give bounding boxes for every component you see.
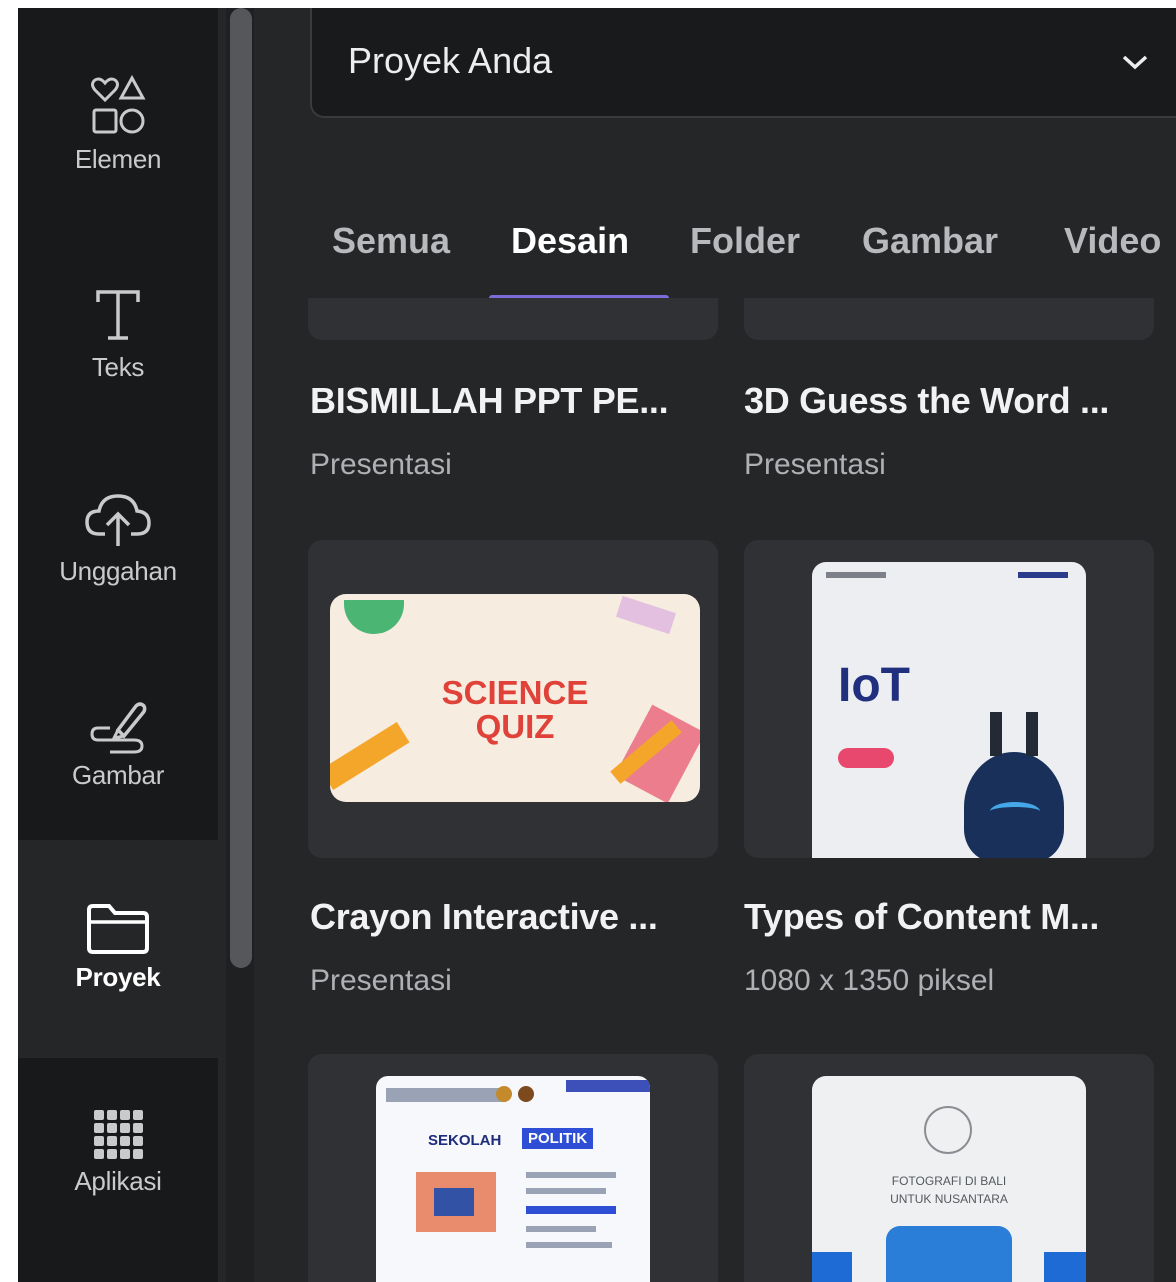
rail-label-text: Teks	[91, 352, 145, 382]
design-card-1-thumbnail[interactable]	[308, 298, 718, 340]
scrollbar-thumb[interactable]	[230, 8, 252, 968]
poster-thumbnail-image: SEKOLAH POLITIK	[376, 1076, 650, 1282]
design-card-6-thumbnail[interactable]: FOTOGRAFI DI BALI UNTUK NUSANTARA	[744, 1054, 1154, 1282]
thumb-text: SEKOLAH	[428, 1132, 502, 1149]
text-icon	[96, 290, 140, 340]
design-card-2-thumbnail[interactable]	[744, 298, 1154, 340]
tab-all[interactable]: Semua	[332, 220, 450, 262]
rail-label-draw: Gambar	[71, 760, 165, 790]
chevron-down-icon	[1122, 55, 1148, 70]
elements-icon	[91, 74, 146, 134]
design-type: Presentasi	[310, 448, 452, 481]
rail-item-apps[interactable]: Aplikasi	[18, 1108, 218, 1197]
cloud-upload-icon	[85, 494, 151, 546]
editor-panel: Elemen Teks Unggahan Gambar Proyek Aplik…	[18, 8, 1176, 1282]
design-type: Presentasi	[744, 448, 886, 481]
dropdown-label: Proyek Anda	[348, 40, 553, 81]
tab-folders[interactable]: Folder	[690, 220, 800, 262]
design-card-5-thumbnail[interactable]: SEKOLAH POLITIK	[308, 1054, 718, 1282]
design-type: Presentasi	[310, 964, 452, 997]
thumb-text: QUIZ	[475, 708, 555, 745]
design-title[interactable]: Crayon Interactive ...	[310, 896, 658, 938]
rail-item-projects[interactable]: Proyek	[18, 902, 218, 993]
design-title[interactable]: BISMILLAH PPT PE...	[310, 380, 669, 422]
rail-item-draw[interactable]: Gambar	[18, 698, 218, 791]
tab-images[interactable]: Gambar	[862, 220, 998, 262]
design-card-3-thumbnail[interactable]: SCIENCE QUIZ	[308, 540, 718, 858]
iot-thumbnail-image: IoT	[812, 562, 1086, 858]
draw-icon	[90, 702, 147, 754]
tab-videos[interactable]: Video	[1064, 220, 1161, 262]
apps-grid-icon	[94, 1110, 143, 1159]
rail-label-elements: Elemen	[74, 144, 162, 174]
side-rail: Elemen Teks Unggahan Gambar Proyek Aplik…	[18, 8, 218, 1282]
thumb-text: UNTUK NUSANTARA	[890, 1192, 1008, 1206]
rail-label-projects: Proyek	[75, 962, 161, 992]
design-card-4-thumbnail[interactable]: IoT	[744, 540, 1154, 858]
design-title[interactable]: Types of Content M...	[744, 896, 1099, 938]
thumb-text: SCIENCE	[441, 674, 589, 711]
science-quiz-thumbnail-image: SCIENCE QUIZ	[330, 594, 700, 802]
rail-item-uploads[interactable]: Unggahan	[18, 490, 218, 587]
rail-label-uploads: Unggahan	[59, 556, 177, 586]
design-title[interactable]: 3D Guess the Word ...	[744, 380, 1109, 422]
thumb-text: POLITIK	[522, 1128, 594, 1149]
rail-item-text[interactable]: Teks	[18, 286, 218, 383]
thumb-text: FOTOGRAFI DI BALI	[891, 1174, 1007, 1188]
project-filter-dropdown[interactable]: Proyek Anda	[310, 8, 1176, 118]
rail-item-elements[interactable]: Elemen	[18, 74, 218, 175]
photo-thumbnail-image: FOTOGRAFI DI BALI UNTUK NUSANTARA	[812, 1076, 1086, 1282]
design-type: 1080 x 1350 piksel	[744, 964, 995, 997]
rail-label-apps: Aplikasi	[74, 1166, 162, 1196]
thumb-text: IoT	[838, 659, 910, 712]
folder-icon	[87, 904, 149, 954]
tab-designs[interactable]: Desain	[511, 220, 629, 262]
